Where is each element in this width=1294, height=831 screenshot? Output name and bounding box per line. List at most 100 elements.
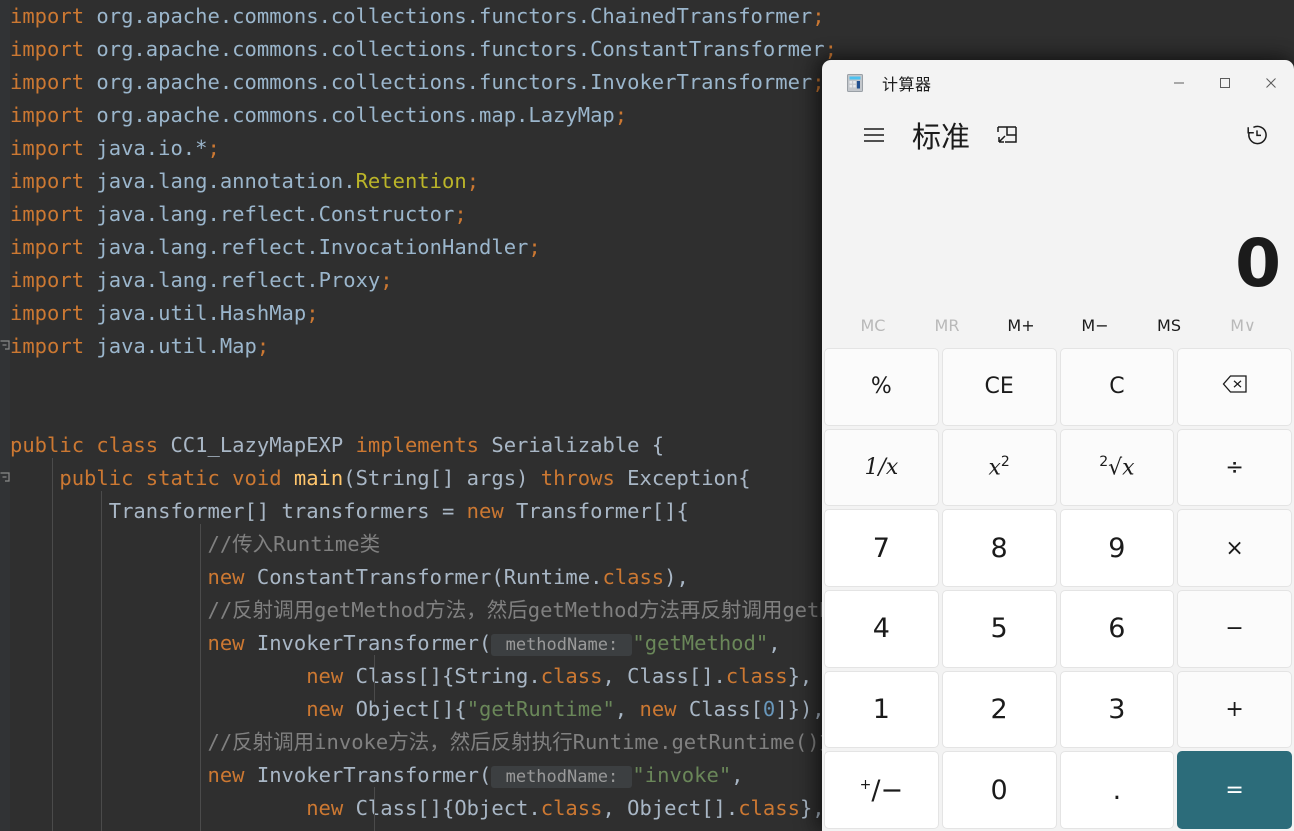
code-token: , xyxy=(768,631,781,655)
digit-0-button[interactable]: 0 xyxy=(941,751,1057,829)
code-token: java.lang.reflect.InvocationHandler xyxy=(96,235,529,259)
code-line[interactable]: import org.apache.commons.collections.fu… xyxy=(0,0,1294,33)
add-button[interactable]: + xyxy=(1177,670,1292,749)
code-token: import xyxy=(10,4,97,28)
calculator-display[interactable]: 0 xyxy=(822,164,1294,304)
divide-button-label: ÷ xyxy=(1225,454,1244,480)
digit-8-button[interactable]: 8 xyxy=(941,509,1057,587)
clear-entry-button[interactable]: CE xyxy=(941,348,1057,426)
digit-6-button-label: 6 xyxy=(1108,613,1126,645)
code-token: class xyxy=(725,664,788,688)
code-fold-icon[interactable] xyxy=(0,472,11,483)
code-token: ; xyxy=(380,268,393,292)
code-token: , Class[]. xyxy=(602,664,726,688)
subtract-button-label: − xyxy=(1225,616,1244,642)
code-token: CC1_LazyMapEXP xyxy=(170,433,356,457)
code-token: import xyxy=(10,301,97,325)
square-root-button[interactable]: 2√x xyxy=(1059,428,1175,507)
code-token: class xyxy=(540,796,603,820)
code-token: Class[]{String. xyxy=(355,664,541,688)
digit-4-button-label: 4 xyxy=(872,613,890,645)
calculator-mode-title: 标准 xyxy=(912,120,971,154)
code-token: ConstantTransformer(Runtime. xyxy=(256,565,603,589)
digit-3-button[interactable]: 3 xyxy=(1059,670,1175,749)
digit-0-button-label: 0 xyxy=(990,774,1008,806)
code-fold-icon[interactable] xyxy=(0,340,11,351)
code-token: InvokerTransformer( xyxy=(256,763,492,787)
code-token: import xyxy=(10,235,97,259)
digit-9-button[interactable]: 9 xyxy=(1059,509,1175,587)
digit-6-button[interactable]: 6 xyxy=(1059,589,1175,668)
code-token: ChainedTransformer xyxy=(590,4,813,28)
plus-minus-button-label: +/− xyxy=(859,774,904,806)
equals-button[interactable]: = xyxy=(1177,751,1292,829)
close-button[interactable] xyxy=(1248,60,1294,106)
digit-7-button-label: 7 xyxy=(872,532,890,564)
code-token: new xyxy=(207,565,257,589)
code-token: InvokerTransformer( xyxy=(256,631,492,655)
subtract-button[interactable]: − xyxy=(1177,589,1292,668)
digit-9-button-label: 9 xyxy=(1108,532,1126,564)
code-token: ]}), xyxy=(775,697,825,721)
code-token: InvokerTransformer xyxy=(590,70,813,94)
history-clock-icon[interactable] xyxy=(1238,116,1276,154)
code-token: import xyxy=(10,334,97,358)
code-token: class xyxy=(602,565,665,589)
code-token: org.apache.commons.collections.functors. xyxy=(96,70,591,94)
digit-4-button[interactable]: 4 xyxy=(824,589,939,668)
hamburger-menu-icon[interactable] xyxy=(858,119,890,151)
code-token: import xyxy=(10,70,97,94)
code-token: methodName: xyxy=(491,766,633,788)
code-token: import xyxy=(10,268,97,292)
code-token: java.util.Map xyxy=(96,334,257,358)
multiply-button-label: × xyxy=(1225,535,1244,561)
code-token: new xyxy=(466,499,517,523)
digit-5-button[interactable]: 5 xyxy=(941,589,1057,668)
memory-m-button[interactable]: M+ xyxy=(984,309,1058,343)
minimize-button[interactable] xyxy=(1156,60,1202,106)
digit-5-button-label: 5 xyxy=(990,613,1008,645)
code-token: Exception{ xyxy=(627,466,751,490)
percent-button[interactable]: % xyxy=(824,348,939,426)
memory-m-button[interactable]: M− xyxy=(1058,309,1132,343)
code-token: Serializable { xyxy=(491,433,665,457)
square-button[interactable]: x2 xyxy=(941,428,1057,507)
plus-minus-button[interactable]: +/− xyxy=(824,751,939,829)
clear-button[interactable]: C xyxy=(1059,348,1175,426)
equals-button-label: = xyxy=(1225,777,1244,803)
code-token: org.apache.commons.collections.functors. xyxy=(96,37,591,61)
digit-7-button[interactable]: 7 xyxy=(824,509,939,587)
digit-1-button[interactable]: 1 xyxy=(824,670,939,749)
calculator-titlebar[interactable]: 计算器 xyxy=(822,60,1294,106)
memory-ms-button[interactable]: MS xyxy=(1132,309,1206,343)
digit-2-button-label: 2 xyxy=(990,693,1008,725)
reciprocal-button-label: 1/x xyxy=(864,454,899,480)
code-token: new xyxy=(306,796,356,820)
decimal-point-button[interactable]: . xyxy=(1059,751,1175,829)
calculator-window[interactable]: 计算器 标准 0 MC MR M+ M− MS M∨ % CE C 1/x x2… xyxy=(822,60,1294,831)
code-token: Retention xyxy=(355,169,467,193)
code-token: java.util.HashMap xyxy=(96,301,307,325)
maximize-button[interactable] xyxy=(1202,60,1248,106)
digit-2-button[interactable]: 2 xyxy=(941,670,1057,749)
code-token: ), xyxy=(664,565,689,589)
divide-button[interactable]: ÷ xyxy=(1177,428,1292,507)
code-token: methodName: xyxy=(491,634,633,656)
reciprocal-button[interactable]: 1/x xyxy=(824,428,939,507)
indent-guide xyxy=(52,458,53,831)
code-token: ; xyxy=(824,37,837,61)
code-token: , xyxy=(731,763,744,787)
code-token: class xyxy=(540,664,603,688)
code-token: 0 xyxy=(762,697,776,721)
calculator-keypad: % CE C 1/x x2 2√x ÷ 7 8 9 × 4 5 6 − 1 2 3 + +/− 0. = xyxy=(822,348,1294,831)
multiply-button[interactable]: × xyxy=(1177,509,1292,587)
clear-button-label: C xyxy=(1109,374,1125,400)
code-token: ; xyxy=(812,4,825,28)
keep-on-top-icon[interactable] xyxy=(992,120,1022,150)
code-token: , xyxy=(614,697,640,721)
backspace-button[interactable] xyxy=(1177,348,1292,426)
